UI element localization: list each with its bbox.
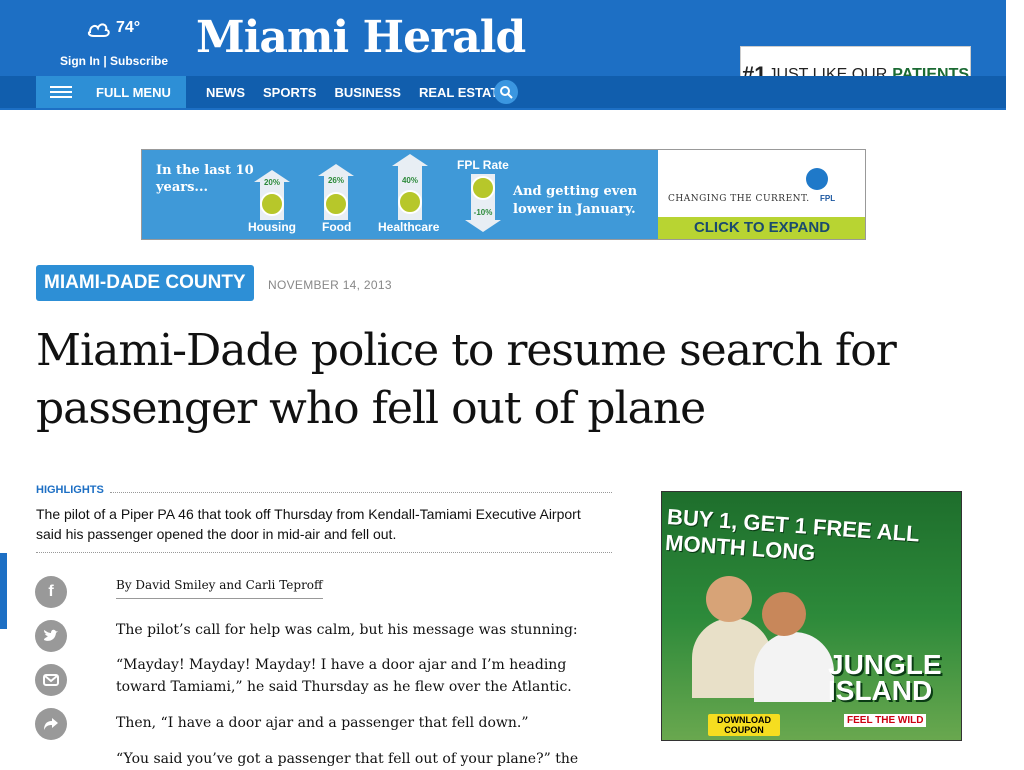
lightbulb-icon — [471, 176, 495, 200]
temperature: 74° — [116, 19, 141, 36]
side-ad-tagline: FEEL THE WILD — [844, 714, 927, 727]
highlights-text: The pilot of a Piper PA 46 that took off… — [36, 506, 581, 542]
site-logo[interactable]: Miami Herald — [196, 8, 526, 68]
divider — [36, 552, 612, 553]
ad-arrow-food: 26% — [318, 164, 354, 220]
fpl-banner-ad[interactable]: In the last 10 years... 20% Housing 26% … — [141, 149, 866, 240]
ad-tagline: And getting even lower in January. — [513, 184, 638, 217]
ad-pct-housing: 20% — [263, 178, 280, 187]
twitter-share-button[interactable] — [35, 620, 67, 652]
divider — [110, 492, 612, 493]
twitter-icon — [44, 629, 58, 641]
nav-news[interactable]: NEWS — [206, 85, 245, 100]
ad-changing: CHANGING THE CURRENT. — [668, 194, 810, 204]
nav-bar: FULL MENU NEWS SPORTS BUSINESS REAL ESTA… — [0, 76, 1006, 108]
ad-arrow-housing: 20% — [254, 170, 290, 220]
ad-label-housing: Housing — [248, 220, 296, 234]
article-paragraph: The pilot’s call for help was calm, but … — [116, 622, 578, 638]
signin-subscribe-link[interactable]: Sign In | Subscribe — [60, 54, 168, 68]
site-header: 74° Sign In | Subscribe Miami Herald #1 … — [0, 0, 1006, 110]
nav-sports[interactable]: SPORTS — [263, 85, 316, 100]
brand-line-2: ISLAND — [828, 675, 933, 706]
medical-kit-icon — [398, 190, 422, 214]
section-tag[interactable]: MIAMI-DADE COUNTY — [36, 265, 254, 301]
share-arrow-icon — [44, 718, 58, 730]
jungle-island-ad[interactable]: BUY 1, GET 1 FREE ALL MONTH LONG JUNGLE … — [661, 491, 962, 741]
article-paragraph: “You said you’ve got a passenger that fe… — [116, 751, 579, 767]
nav-links: NEWS SPORTS BUSINESS REAL ESTATE — [206, 76, 507, 108]
ad-right-panel: CHANGING THE CURRENT. FPL CLICK TO EXPAN… — [658, 150, 865, 239]
highlights-label: HIGHLIGHTS — [36, 484, 104, 496]
email-icon — [43, 674, 59, 686]
weather-widget[interactable]: 74° — [86, 18, 140, 38]
ad-arrow-healthcare: 40% — [392, 154, 428, 220]
facebook-share-button[interactable]: f — [35, 576, 67, 608]
download-coupon-button[interactable]: DOWNLOAD COUPON — [708, 714, 780, 736]
ad-arrow-fpl: -10% — [465, 174, 501, 232]
click-to-expand-button[interactable]: CLICK TO EXPAND — [658, 217, 865, 239]
ad-fpl-rate: FPL Rate — [457, 158, 509, 172]
side-ad-brand: JUNGLE ISLAND — [828, 651, 942, 706]
ad-pct-fpl: -10% — [473, 208, 493, 217]
ad-label-food: Food — [322, 220, 352, 234]
article-date: NOVEMBER 14, 2013 — [268, 278, 392, 292]
article-headline: Miami-Dade police to resume search for p… — [36, 325, 897, 434]
ad-label-healthcare: Healthcare — [378, 220, 440, 234]
fpl-logo-icon — [806, 168, 828, 190]
email-share-button[interactable] — [35, 664, 67, 696]
ad-fpl: FPL — [820, 194, 836, 203]
article-paragraph: “Mayday! Mayday! Mayday! I have a door a… — [116, 657, 572, 695]
side-tab[interactable] — [0, 553, 7, 629]
house-icon — [260, 192, 284, 216]
search-icon — [500, 86, 513, 99]
ad-pct-healthcare: 40% — [401, 176, 418, 185]
search-button[interactable] — [494, 80, 518, 104]
byline[interactable]: By David Smiley and Carli Teproff — [116, 578, 323, 599]
ad-pct-food: 26% — [327, 176, 344, 185]
full-menu-label: FULL MENU — [96, 84, 171, 100]
hamburger-icon — [50, 86, 72, 98]
weather-icon — [87, 23, 110, 37]
facebook-icon: f — [48, 583, 54, 600]
full-menu-button[interactable]: FULL MENU — [36, 76, 186, 108]
utensils-icon — [324, 192, 348, 216]
nav-business[interactable]: BUSINESS — [334, 85, 400, 100]
article-paragraph: Then, “I have a door ajar and a passenge… — [116, 715, 529, 731]
share-button[interactable] — [35, 708, 67, 740]
ad-intro: In the last 10 years... — [156, 163, 254, 195]
